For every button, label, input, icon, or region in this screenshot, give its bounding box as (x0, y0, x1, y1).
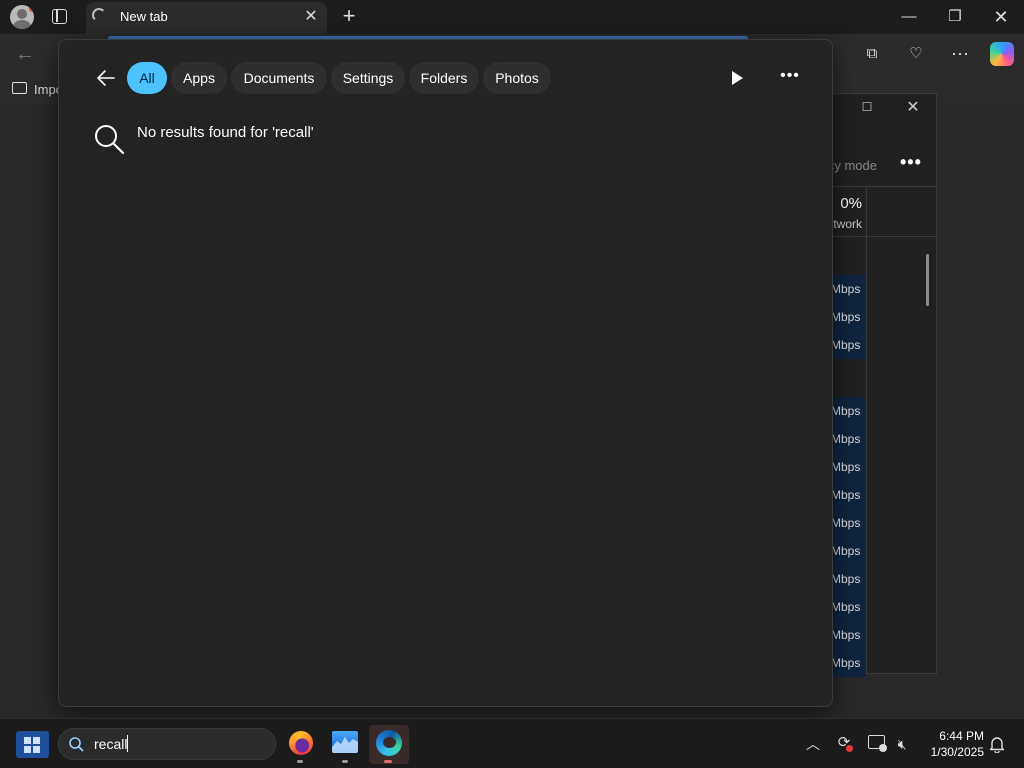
more-options-icon[interactable]: ••• (778, 64, 802, 88)
minimize-icon[interactable]: — (886, 0, 932, 34)
edge-icon[interactable] (376, 730, 402, 756)
running-indicator (342, 760, 348, 763)
start-button[interactable] (16, 731, 49, 758)
efficiency-mode-label[interactable]: cy mode (832, 158, 877, 173)
no-results-message: No results found for 'recall' (137, 124, 314, 141)
network-cell: Mbps (832, 481, 866, 509)
filter-all[interactable]: All (127, 62, 167, 94)
scrollbar[interactable] (926, 254, 929, 306)
performance-monitor-icon[interactable] (332, 731, 358, 753)
volume-muted-icon[interactable]: 🔇︎ (893, 735, 911, 753)
close-icon[interactable]: ✕ (904, 97, 922, 116)
profile-avatar[interactable] (10, 5, 34, 29)
play-icon[interactable] (726, 66, 748, 90)
network-cell: Mbps (832, 397, 866, 425)
clock-date[interactable]: 1/30/2025 (920, 745, 984, 759)
active-indicator (384, 760, 392, 763)
network-cell: Mbps (832, 331, 866, 359)
network-cell-value: Mbps (832, 310, 861, 324)
network-cell-value: Mbps (832, 516, 861, 530)
network-cell-value: Mbps (832, 404, 861, 418)
divider (832, 186, 936, 187)
network-cell-value: Mbps (832, 488, 861, 502)
search-query-text[interactable]: recall (94, 736, 127, 752)
more-options-icon[interactable]: ••• (900, 152, 922, 173)
network-cell-value: Mbps (832, 628, 861, 642)
folder-icon (12, 82, 27, 94)
tab-actions-icon[interactable] (52, 9, 67, 24)
search-icon (69, 737, 84, 752)
browser-essentials-icon[interactable]: ♡ (903, 42, 929, 66)
network-cell: Mbps (832, 275, 866, 303)
settings-more-icon[interactable]: ⋯ (947, 42, 973, 66)
copilot-icon[interactable] (990, 42, 1014, 66)
network-cell-value: Mbps (832, 572, 861, 586)
collections-icon[interactable]: ⧉ (859, 42, 885, 66)
network-cell-value: Mbps (832, 544, 861, 558)
clock-time[interactable]: 6:44 PM (928, 729, 984, 743)
network-cell: Mbps (832, 593, 866, 621)
taskbar-search-box[interactable] (58, 728, 276, 760)
filter-apps[interactable]: Apps (171, 62, 227, 94)
notification-bell-icon[interactable] (988, 735, 1006, 753)
text-caret (127, 735, 128, 752)
browser-back-icon[interactable]: ← (15, 42, 41, 66)
filter-photos[interactable]: Photos (483, 62, 551, 94)
network-percent: 0% (840, 195, 862, 212)
filter-settings[interactable]: Settings (331, 62, 405, 94)
network-cell: Mbps (832, 565, 866, 593)
restore-icon[interactable]: ❐ (932, 0, 978, 34)
loading-spinner-icon (92, 8, 106, 22)
network-badge (879, 744, 887, 752)
firefox-icon[interactable] (289, 731, 313, 755)
search-icon (95, 125, 125, 155)
new-tab-icon[interactable]: + (337, 4, 361, 28)
network-cell-value: Mbps (832, 432, 861, 446)
network-cell: Mbps (832, 649, 866, 677)
network-cell-value: Mbps (832, 656, 861, 670)
back-arrow-icon[interactable] (94, 66, 118, 90)
tab-title: New tab (120, 9, 168, 24)
network-cell-value: Mbps (832, 460, 861, 474)
running-indicator (297, 760, 303, 763)
filter-folders[interactable]: Folders (409, 62, 479, 94)
maximize-icon[interactable]: ☐ (860, 100, 874, 114)
network-cell: Mbps (832, 621, 866, 649)
divider (832, 236, 936, 237)
filter-documents[interactable]: Documents (231, 62, 327, 94)
network-cell: Mbps (832, 537, 866, 565)
network-cell-value: Mbps (832, 600, 861, 614)
network-cell: Mbps (832, 453, 866, 481)
network-cell: Mbps (832, 425, 866, 453)
chevron-up-icon[interactable]: ︿ (804, 734, 822, 752)
error-badge (846, 745, 853, 752)
network-cell: Mbps (832, 509, 866, 537)
window-close-icon[interactable]: ✕ (978, 0, 1024, 34)
network-cell: Mbps (832, 303, 866, 331)
tab-close-icon[interactable]: ✕ (301, 7, 321, 27)
network-column-header[interactable]: twork (832, 217, 862, 231)
column-divider (866, 187, 867, 673)
network-cell-value: Mbps (832, 338, 861, 352)
network-cell-value: Mbps (832, 282, 861, 296)
